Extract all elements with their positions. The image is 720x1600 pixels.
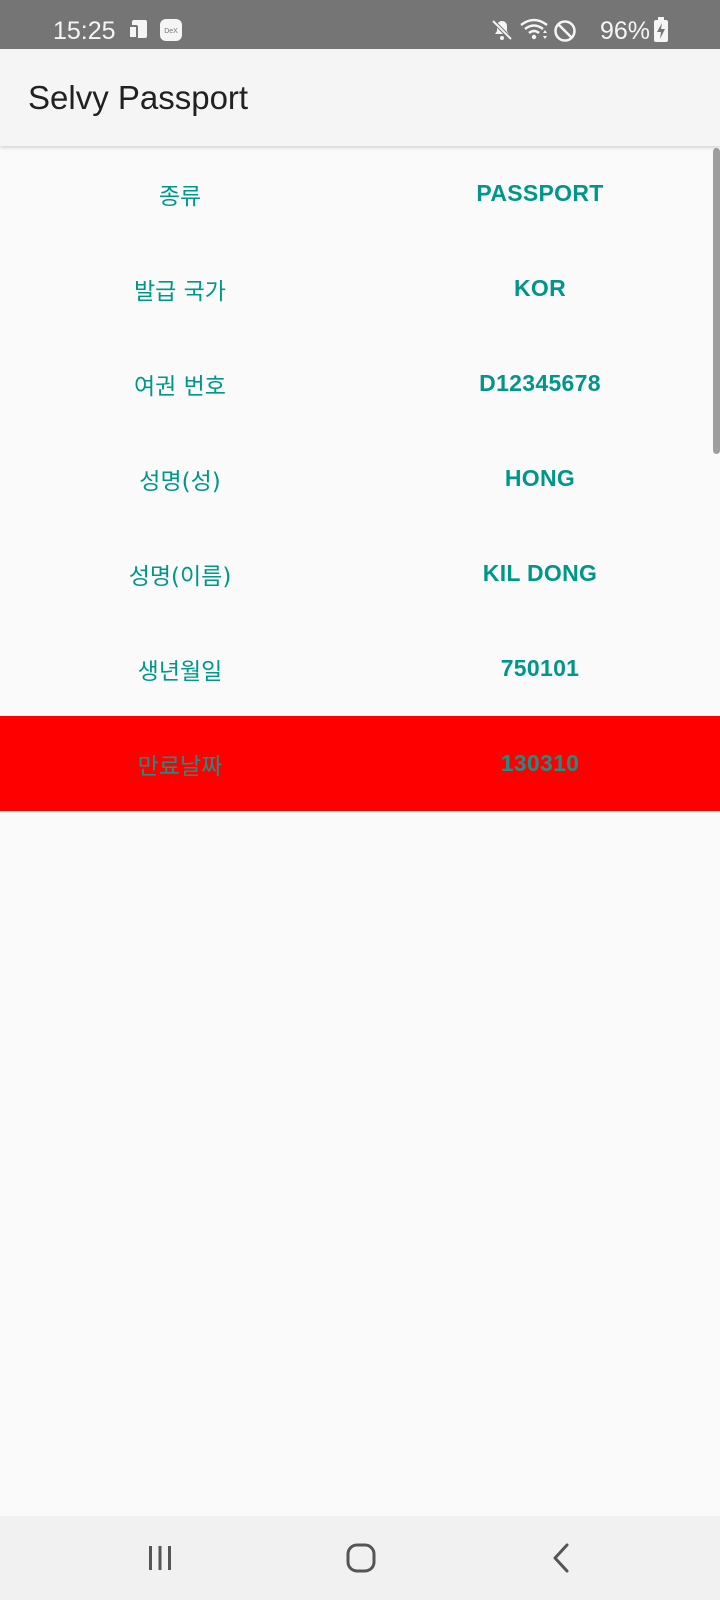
recent-apps-icon bbox=[149, 1546, 171, 1570]
field-row-given-name[interactable]: 성명(이름) KIL DONG bbox=[0, 526, 720, 621]
mute-icon bbox=[491, 19, 513, 41]
app-title: Selvy Passport bbox=[28, 79, 249, 116]
navigation-bar bbox=[0, 1516, 720, 1600]
sim-icon bbox=[128, 20, 147, 39]
field-label: 종류 bbox=[158, 183, 202, 210]
field-label: 생년월일 bbox=[137, 658, 223, 685]
recent-apps-button[interactable] bbox=[136, 1536, 184, 1580]
field-label: 여권 번호 bbox=[134, 373, 226, 400]
home-button[interactable] bbox=[337, 1536, 385, 1580]
field-value: 130310 bbox=[500, 750, 580, 776]
field-label: 발급 국가 bbox=[134, 278, 226, 305]
status-time: 15:25 bbox=[53, 17, 116, 45]
do-not-disturb-icon bbox=[554, 20, 576, 42]
back-button[interactable] bbox=[538, 1536, 586, 1580]
field-value: 750101 bbox=[500, 655, 580, 681]
field-row-surname[interactable]: 성명(성) HONG bbox=[0, 431, 720, 526]
battery-charging-icon bbox=[654, 17, 668, 42]
field-label: 성명(성) bbox=[139, 468, 221, 495]
field-row-expiry-date[interactable]: 만료날짜 130310 bbox=[0, 716, 720, 811]
wifi-icon bbox=[520, 18, 548, 40]
passport-field-list: 종류 PASSPORT 발급 국가 KOR 여권 번호 D12345678 성명… bbox=[0, 146, 720, 811]
app-bar: Selvy Passport bbox=[0, 49, 720, 146]
status-bar: 15:25 DeX 96% bbox=[0, 0, 720, 49]
dex-label: DeX bbox=[164, 28, 178, 35]
back-icon bbox=[553, 1543, 569, 1573]
dex-icon: DeX bbox=[160, 19, 182, 41]
field-value: HONG bbox=[504, 465, 576, 491]
field-value: KIL DONG bbox=[482, 560, 598, 586]
field-value: D12345678 bbox=[479, 370, 601, 396]
field-value: PASSPORT bbox=[476, 180, 604, 206]
field-row-birth-date[interactable]: 생년월일 750101 bbox=[0, 621, 720, 716]
home-icon bbox=[346, 1543, 376, 1573]
field-label: 만료날짜 bbox=[137, 753, 223, 780]
field-value: KOR bbox=[513, 275, 566, 301]
field-label: 성명(이름) bbox=[128, 563, 232, 590]
field-row-type[interactable]: 종류 PASSPORT bbox=[0, 146, 720, 241]
battery-percent: 96% bbox=[600, 17, 651, 45]
scrollbar[interactable] bbox=[713, 148, 720, 454]
field-row-issuing-country[interactable]: 발급 국가 KOR bbox=[0, 241, 720, 336]
field-row-passport-number[interactable]: 여권 번호 D12345678 bbox=[0, 336, 720, 431]
screen: 15:25 DeX 96% Selvy Passport 종류 PASSPORT… bbox=[0, 0, 720, 1600]
